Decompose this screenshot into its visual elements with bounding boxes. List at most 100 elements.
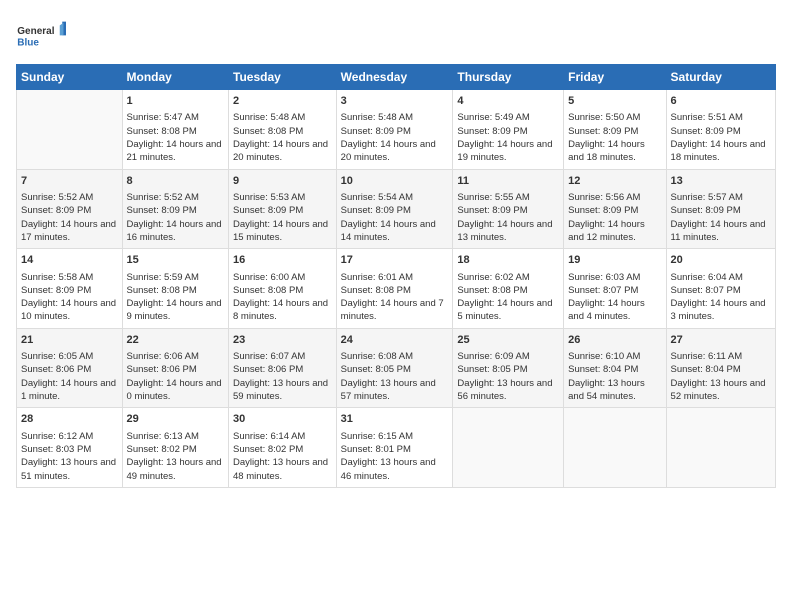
week-row-2: 14 Sunrise: 5:58 AM Sunset: 8:09 PM Dayl… <box>17 249 776 329</box>
sunset: Sunset: 8:09 PM <box>233 205 303 216</box>
calendar-cell: 21 Sunrise: 6:05 AM Sunset: 8:06 PM Dayl… <box>17 328 123 408</box>
day-number: 27 <box>671 333 771 348</box>
sunset: Sunset: 8:09 PM <box>341 205 411 216</box>
calendar-cell: 11 Sunrise: 5:55 AM Sunset: 8:09 PM Dayl… <box>453 169 564 249</box>
column-header-sunday: Sunday <box>17 65 123 90</box>
day-number: 6 <box>671 94 771 109</box>
calendar-table: SundayMondayTuesdayWednesdayThursdayFrid… <box>16 64 776 488</box>
sunset: Sunset: 8:09 PM <box>21 205 91 216</box>
sunrise: Sunrise: 6:06 AM <box>127 351 199 362</box>
day-number: 4 <box>457 94 559 109</box>
sunrise: Sunrise: 5:56 AM <box>568 192 640 203</box>
daylight: Daylight: 14 hours and 13 minutes. <box>457 219 552 243</box>
sunrise: Sunrise: 5:52 AM <box>127 192 199 203</box>
sunrise: Sunrise: 6:15 AM <box>341 431 413 442</box>
sunrise: Sunrise: 6:10 AM <box>568 351 640 362</box>
calendar-cell: 16 Sunrise: 6:00 AM Sunset: 8:08 PM Dayl… <box>229 249 337 329</box>
sunset: Sunset: 8:09 PM <box>568 205 638 216</box>
sunset: Sunset: 8:02 PM <box>127 444 197 455</box>
sunset: Sunset: 8:04 PM <box>671 364 741 375</box>
daylight: Daylight: 13 hours and 56 minutes. <box>457 378 552 402</box>
daylight: Daylight: 14 hours and 4 minutes. <box>568 298 645 322</box>
sunset: Sunset: 8:02 PM <box>233 444 303 455</box>
calendar-cell: 22 Sunrise: 6:06 AM Sunset: 8:06 PM Dayl… <box>122 328 228 408</box>
day-number: 9 <box>233 174 332 189</box>
sunrise: Sunrise: 5:49 AM <box>457 112 529 123</box>
daylight: Daylight: 14 hours and 11 minutes. <box>671 219 766 243</box>
sunrise: Sunrise: 5:54 AM <box>341 192 413 203</box>
calendar-cell: 5 Sunrise: 5:50 AM Sunset: 8:09 PM Dayli… <box>564 90 666 170</box>
calendar-cell: 23 Sunrise: 6:07 AM Sunset: 8:06 PM Dayl… <box>229 328 337 408</box>
sunset: Sunset: 8:09 PM <box>568 126 638 137</box>
week-row-0: 1 Sunrise: 5:47 AM Sunset: 8:08 PM Dayli… <box>17 90 776 170</box>
day-number: 12 <box>568 174 661 189</box>
daylight: Daylight: 14 hours and 17 minutes. <box>21 219 116 243</box>
sunrise: Sunrise: 5:47 AM <box>127 112 199 123</box>
day-number: 10 <box>341 174 449 189</box>
day-number: 5 <box>568 94 661 109</box>
calendar-cell: 12 Sunrise: 5:56 AM Sunset: 8:09 PM Dayl… <box>564 169 666 249</box>
day-number: 8 <box>127 174 224 189</box>
calendar-cell: 3 Sunrise: 5:48 AM Sunset: 8:09 PM Dayli… <box>336 90 453 170</box>
day-number: 14 <box>21 253 118 268</box>
sunset: Sunset: 8:06 PM <box>21 364 91 375</box>
calendar-cell <box>564 408 666 488</box>
daylight: Daylight: 13 hours and 59 minutes. <box>233 378 328 402</box>
sunset: Sunset: 8:08 PM <box>233 285 303 296</box>
daylight: Daylight: 14 hours and 5 minutes. <box>457 298 552 322</box>
day-number: 18 <box>457 253 559 268</box>
logo: General Blue <box>16 16 66 56</box>
sunset: Sunset: 8:09 PM <box>671 205 741 216</box>
sunrise: Sunrise: 5:53 AM <box>233 192 305 203</box>
sunset: Sunset: 8:09 PM <box>457 126 527 137</box>
daylight: Daylight: 14 hours and 14 minutes. <box>341 219 436 243</box>
sunset: Sunset: 8:08 PM <box>127 285 197 296</box>
calendar-cell: 18 Sunrise: 6:02 AM Sunset: 8:08 PM Dayl… <box>453 249 564 329</box>
svg-text:General: General <box>17 26 54 37</box>
day-number: 11 <box>457 174 559 189</box>
column-header-friday: Friday <box>564 65 666 90</box>
header-row: SundayMondayTuesdayWednesdayThursdayFrid… <box>17 65 776 90</box>
daylight: Daylight: 14 hours and 7 minutes. <box>341 298 444 322</box>
sunrise: Sunrise: 5:58 AM <box>21 272 93 283</box>
column-header-tuesday: Tuesday <box>229 65 337 90</box>
daylight: Daylight: 13 hours and 57 minutes. <box>341 378 436 402</box>
calendar-cell: 14 Sunrise: 5:58 AM Sunset: 8:09 PM Dayl… <box>17 249 123 329</box>
calendar-cell <box>453 408 564 488</box>
sunrise: Sunrise: 5:59 AM <box>127 272 199 283</box>
sunset: Sunset: 8:06 PM <box>127 364 197 375</box>
sunset: Sunset: 8:09 PM <box>21 285 91 296</box>
calendar-cell: 13 Sunrise: 5:57 AM Sunset: 8:09 PM Dayl… <box>666 169 775 249</box>
day-number: 17 <box>341 253 449 268</box>
daylight: Daylight: 14 hours and 21 minutes. <box>127 139 222 163</box>
calendar-cell: 26 Sunrise: 6:10 AM Sunset: 8:04 PM Dayl… <box>564 328 666 408</box>
day-number: 31 <box>341 412 449 427</box>
day-number: 28 <box>21 412 118 427</box>
sunrise: Sunrise: 6:00 AM <box>233 272 305 283</box>
sunrise: Sunrise: 6:09 AM <box>457 351 529 362</box>
sunset: Sunset: 8:09 PM <box>457 205 527 216</box>
sunrise: Sunrise: 6:02 AM <box>457 272 529 283</box>
daylight: Daylight: 14 hours and 1 minute. <box>21 378 116 402</box>
calendar-cell: 7 Sunrise: 5:52 AM Sunset: 8:09 PM Dayli… <box>17 169 123 249</box>
sunrise: Sunrise: 6:01 AM <box>341 272 413 283</box>
svg-text:Blue: Blue <box>17 37 39 48</box>
sunset: Sunset: 8:09 PM <box>671 126 741 137</box>
day-number: 24 <box>341 333 449 348</box>
sunrise: Sunrise: 6:04 AM <box>671 272 743 283</box>
day-number: 21 <box>21 333 118 348</box>
calendar-cell: 2 Sunrise: 5:48 AM Sunset: 8:08 PM Dayli… <box>229 90 337 170</box>
day-number: 7 <box>21 174 118 189</box>
sunset: Sunset: 8:03 PM <box>21 444 91 455</box>
daylight: Daylight: 14 hours and 9 minutes. <box>127 298 222 322</box>
day-number: 13 <box>671 174 771 189</box>
sunrise: Sunrise: 6:11 AM <box>671 351 743 362</box>
day-number: 22 <box>127 333 224 348</box>
calendar-cell: 15 Sunrise: 5:59 AM Sunset: 8:08 PM Dayl… <box>122 249 228 329</box>
day-number: 1 <box>127 94 224 109</box>
daylight: Daylight: 13 hours and 49 minutes. <box>127 457 222 481</box>
calendar-cell <box>17 90 123 170</box>
sunset: Sunset: 8:06 PM <box>233 364 303 375</box>
calendar-cell: 28 Sunrise: 6:12 AM Sunset: 8:03 PM Dayl… <box>17 408 123 488</box>
sunset: Sunset: 8:09 PM <box>341 126 411 137</box>
